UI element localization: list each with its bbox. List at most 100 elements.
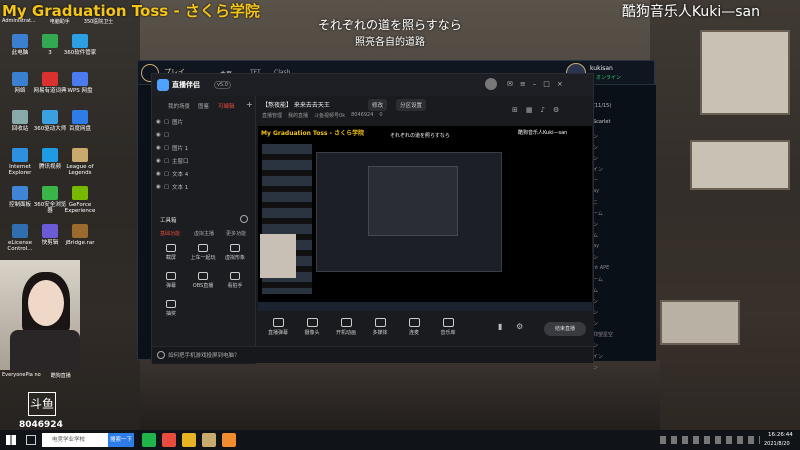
edit-title-button[interactable]: 修改 (368, 99, 388, 111)
layer-item[interactable]: ◉ ▢ 图片 1 (156, 142, 252, 153)
streaming-app-window[interactable]: 直播伴侣 v5.0 ✉≡–□× 我的场景 图鉴 可编辑 + ◉ ▢ 图片 ◉ ▢ ◉ ▢ 图片… (151, 73, 594, 364)
eye-icon[interactable]: ◉ (156, 119, 161, 125)
tab-gallery[interactable]: 图鉴 (198, 102, 209, 110)
lock-icon[interactable]: ▢ (164, 132, 169, 138)
layer-label: 文本 4 (172, 171, 189, 178)
layer-item[interactable]: ◉ ▢ (156, 129, 252, 140)
desktop-icon[interactable]: League of Legends (62, 148, 98, 176)
desktop-icon[interactable]: GeForce Experience (62, 186, 98, 214)
settings-icon[interactable]: ⚙ (516, 322, 523, 331)
tab-editable[interactable]: 可编辑 (218, 102, 235, 110)
friend-status: nt APE (593, 265, 610, 271)
app-icon (42, 224, 58, 238)
tools-tab-vtuber[interactable]: 虚拟主播 (194, 230, 214, 237)
desktop-top-label: 电脑助手 (49, 19, 70, 25)
preview-webcam (260, 234, 296, 278)
grid-icon[interactable]: ▦ (526, 106, 541, 114)
preview-song-title: My Graduation Toss - さくら学院 (261, 130, 365, 137)
eye-icon[interactable]: ◉ (156, 132, 161, 138)
tool-button[interactable]: 看拍手 (222, 272, 248, 289)
desktop-icon[interactable]: 360软件管家 (62, 34, 98, 56)
footer-help-link[interactable]: 如何把手机游戏投屏到电脑？ (168, 351, 240, 359)
mic-icon[interactable]: ▮ (498, 322, 502, 331)
minimize-icon[interactable]: – (533, 80, 544, 88)
category-button[interactable]: 分区设置 (396, 99, 427, 111)
bell-icon[interactable]: ♪ (541, 106, 553, 114)
layer-item[interactable]: ◉ ▢ 主窗口 (156, 155, 252, 166)
tools-tab-more[interactable]: 更多功能 (226, 230, 246, 237)
control-label: 连麦 (408, 330, 419, 336)
desktop-icon[interactable]: WPS 网盘 (62, 72, 98, 94)
eye-icon[interactable]: ◉ (156, 184, 161, 190)
gear-icon[interactable]: ⚙ (553, 106, 567, 114)
tool-button[interactable]: 虚拟形象 (222, 244, 248, 261)
eye-icon[interactable]: ◉ (156, 171, 161, 177)
tool-button[interactable]: 截屏 (158, 244, 184, 261)
layer-item[interactable]: ◉ ▢ 文本 4 (156, 168, 252, 179)
control-label: 多媒体 (372, 330, 388, 336)
friend-status: イン (593, 167, 604, 173)
eye-icon[interactable]: ◉ (156, 158, 161, 164)
tool-button[interactable]: 抽奖 (158, 300, 184, 317)
tool-button[interactable]: OBS直播 (190, 272, 216, 289)
bottom-control-button[interactable]: 连麦 (400, 318, 428, 336)
taskbar-app-lol-icon[interactable] (202, 433, 216, 447)
friends-count: (11/15) (593, 103, 612, 109)
app-icon (42, 110, 58, 124)
app-icon (12, 224, 28, 238)
tool-button[interactable]: 上车一起玩 (190, 244, 216, 261)
lock-icon[interactable]: ▢ (164, 145, 169, 151)
taskbar-app-360-icon[interactable] (142, 433, 156, 447)
tool-icon (230, 244, 240, 252)
app-brand: 直播伴侣 (172, 81, 200, 89)
app-icon (42, 186, 58, 200)
bottom-control-button[interactable]: 多媒体 (366, 318, 394, 336)
desktop-icon[interactable]: 百度网盘 (62, 110, 98, 132)
stream-preview[interactable]: My Graduation Toss - さくら学院 酷狗音乐人Kuki—san… (258, 126, 592, 311)
tools-header: 工具箱 (160, 218, 177, 224)
bottom-control-button[interactable]: 音乐库 (434, 318, 462, 336)
taskbar-app-live-icon[interactable] (222, 433, 236, 447)
bottom-control-button[interactable]: 开机动画 (332, 318, 360, 336)
close-icon[interactable]: × (557, 80, 570, 88)
lock-icon[interactable]: ▢ (164, 119, 169, 125)
help-icon[interactable] (157, 351, 165, 359)
maximize-icon[interactable]: □ (543, 80, 557, 88)
task-view-icon[interactable] (26, 435, 36, 445)
control-label: 音乐库 (440, 330, 456, 336)
eye-icon[interactable]: ◉ (156, 145, 161, 151)
bottom-control-button[interactable]: 摄像头 (298, 318, 326, 336)
tab-my-scenes[interactable]: 我的场景 (168, 102, 190, 110)
friend-name[interactable]: Scarlet (593, 119, 610, 125)
desktop-icon-label: 360软件管家 (63, 50, 97, 56)
taskbar-app-browser-icon[interactable] (162, 433, 176, 447)
app-logo-icon (157, 79, 169, 91)
app-icon (12, 34, 28, 48)
desktop-icon[interactable]: jBridge.rar (62, 224, 98, 246)
desktop-icon-label: GeForce Experience (64, 202, 96, 214)
app-footer: 如何把手机游戏投屏到电脑？ (152, 346, 593, 363)
add-scene-icon[interactable]: + (246, 100, 253, 109)
mail-icon[interactable]: ✉ (507, 80, 520, 88)
app-icon (42, 72, 58, 86)
start-stream-button[interactable]: 结束直播 (544, 322, 586, 336)
lock-icon[interactable]: ▢ (164, 158, 169, 164)
taskbar-app-explorer-icon[interactable] (182, 433, 196, 447)
app-icon (42, 34, 58, 48)
menu-icon[interactable]: ≡ (520, 80, 533, 88)
bottom-control-button[interactable]: 直播弹幕 (264, 318, 292, 336)
lyric-chinese: 照亮各自的道路 (355, 37, 425, 48)
taskbar-search-button[interactable]: 搜索一下 (108, 433, 134, 447)
share-icon[interactable]: ⊞ (512, 106, 526, 114)
windows-start-icon[interactable] (6, 435, 16, 445)
tool-button[interactable]: 弹幕 (158, 272, 184, 289)
lock-icon[interactable]: ▢ (164, 184, 169, 190)
tools-settings-icon[interactable] (240, 215, 248, 223)
taskbar-search-input[interactable]: 电竞学业学校 (42, 433, 108, 447)
layer-item[interactable]: ◉ ▢ 图片 (156, 116, 252, 127)
stream-meta-item: 我的直播 (288, 113, 309, 119)
lock-icon[interactable]: ▢ (164, 171, 169, 177)
user-avatar[interactable] (485, 78, 497, 90)
layer-item[interactable]: ◉ ▢ 文本 1 (156, 181, 252, 192)
tools-tab-basic[interactable]: 基础功能 (160, 230, 180, 237)
